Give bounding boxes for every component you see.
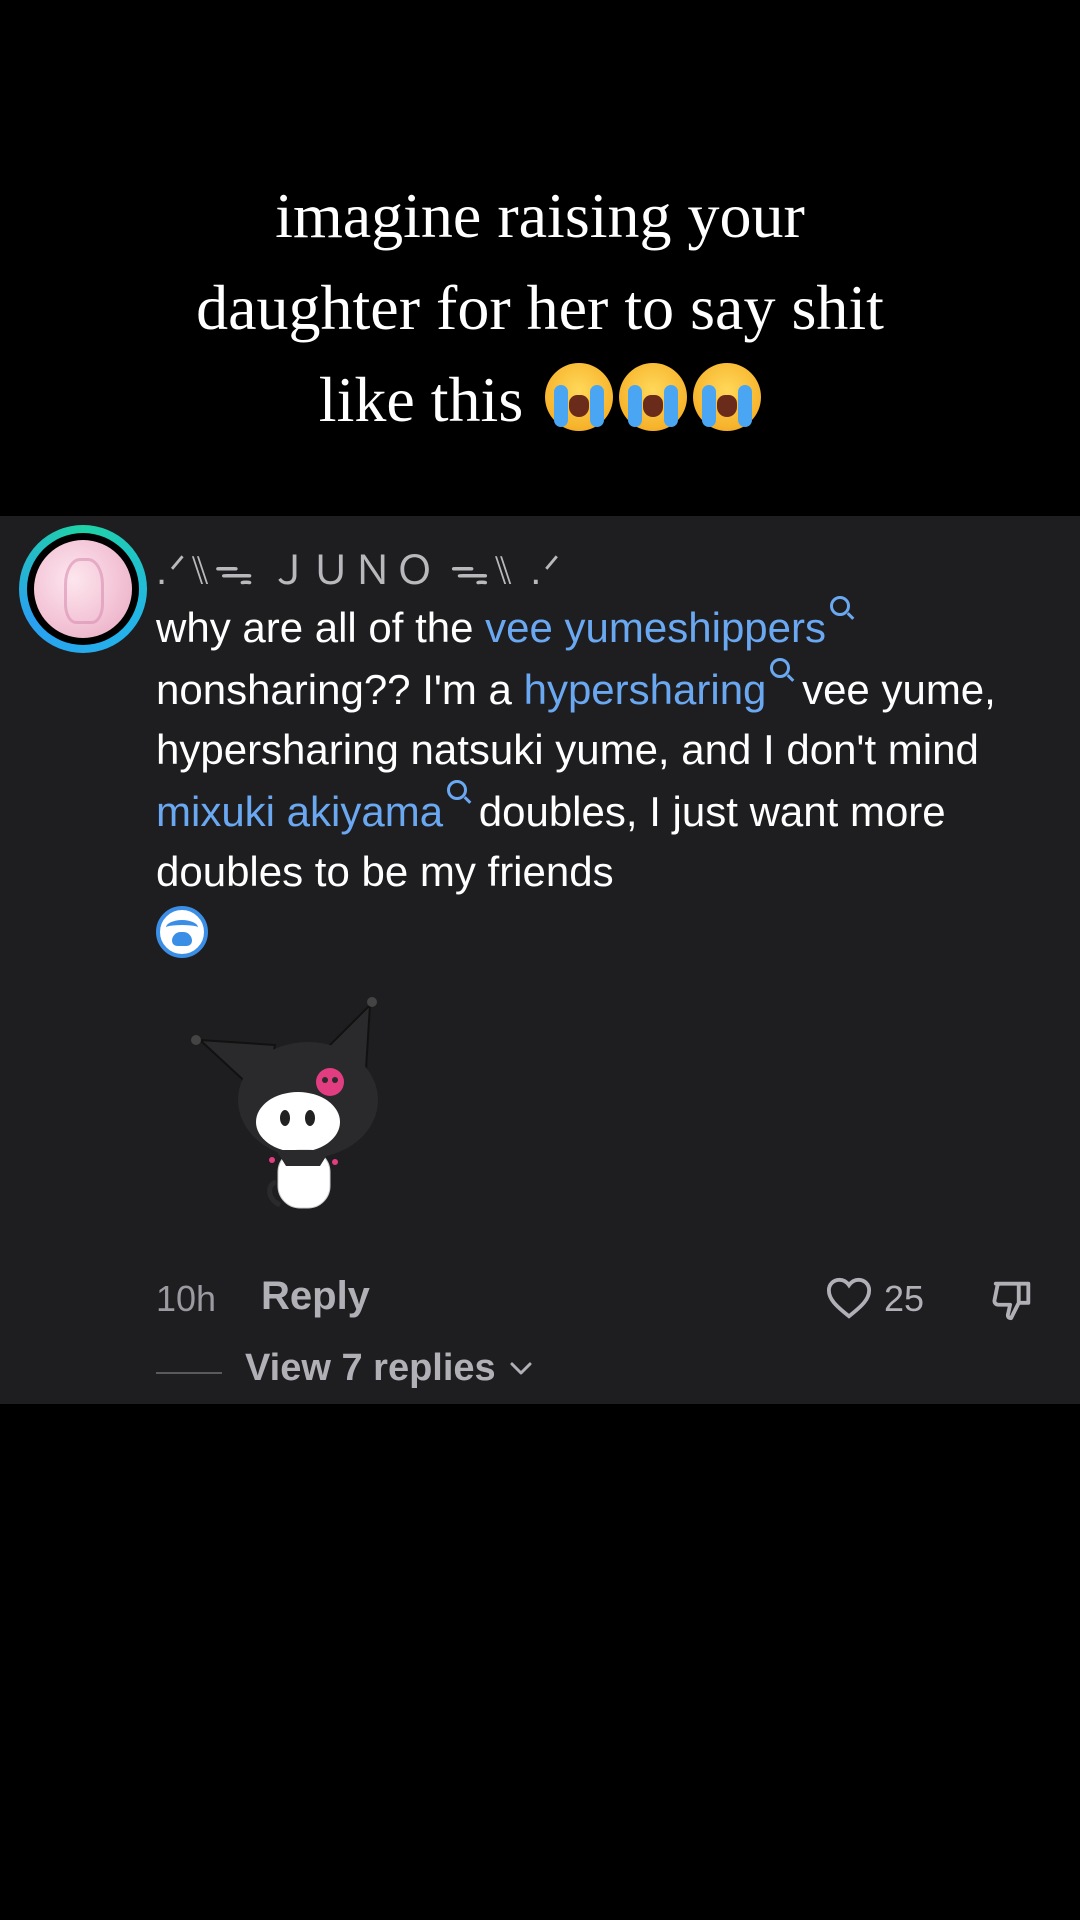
crying-face-icon	[693, 363, 762, 431]
crying-emote-icon	[156, 906, 208, 958]
avatar-border	[27, 533, 139, 645]
thumbs-down-icon[interactable]	[990, 1276, 1036, 1322]
caption-line-2: daughter for her to say shit	[196, 272, 884, 343]
crying-face-icon	[545, 363, 614, 431]
like-count: 25	[884, 1278, 925, 1319]
comment-body: why are all of the vee yumeshippers nons…	[156, 596, 1036, 962]
search-link-mixuki-akiyama[interactable]: mixuki akiyama	[156, 788, 443, 835]
caption-line-1: imagine raising your	[275, 180, 805, 251]
caption-line-3: like this	[0, 354, 1080, 446]
view-replies-button[interactable]: View 7 replies	[245, 1347, 496, 1390]
replies-divider	[156, 1372, 222, 1374]
chevron-down-icon[interactable]	[510, 1362, 532, 1376]
caption: imagine raising your daughter for her to…	[0, 170, 1080, 446]
comment-text-1: why are all of the	[156, 604, 486, 651]
caption-line-3-text: like this	[318, 364, 524, 435]
heart-icon[interactable]	[826, 1276, 872, 1320]
avatar-image	[34, 540, 132, 638]
comment-timestamp: 10h	[156, 1278, 217, 1319]
search-icon[interactable]	[770, 658, 791, 678]
search-link-hypersharing[interactable]: hypersharing	[524, 666, 767, 713]
comment-text-2: nonsharing?? I'm a	[156, 666, 524, 713]
comment-username[interactable]: .ᐟ⑊ᯓ ＪＵＮＯ ᯓ⑊ .ᐟ	[156, 538, 562, 596]
search-icon[interactable]	[447, 780, 468, 800]
crying-face-icon	[619, 363, 688, 431]
kuromi-sticker	[191, 997, 378, 1209]
avatar[interactable]	[19, 525, 147, 653]
search-link-vee-yumeshippers[interactable]: vee yumeshippers	[485, 604, 826, 651]
search-icon[interactable]	[830, 596, 851, 616]
reply-button[interactable]: Reply	[261, 1274, 370, 1319]
